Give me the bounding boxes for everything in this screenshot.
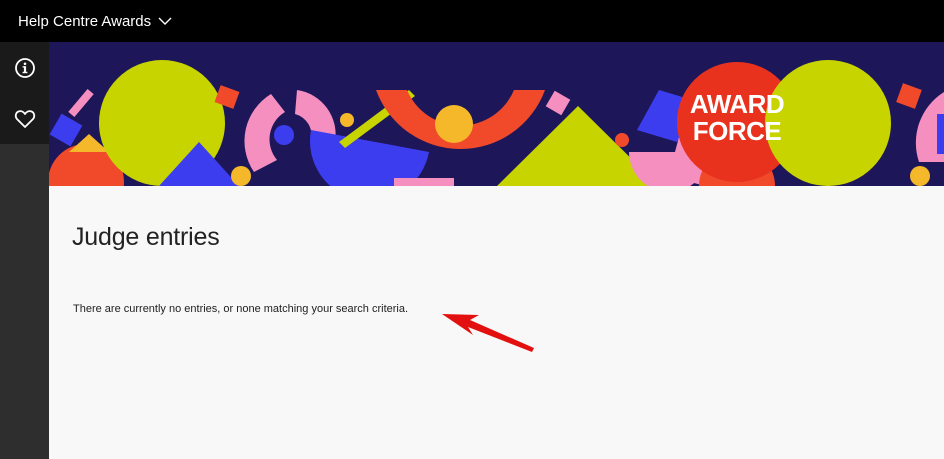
logo-line-2: FORCE [692, 116, 782, 146]
empty-state-message: There are currently no entries, or none … [73, 303, 409, 315]
top-bar: Help Centre Awards [0, 0, 944, 42]
program-selector[interactable]: Help Centre Awards [18, 13, 172, 30]
chevron-down-icon [158, 17, 172, 25]
banner: AWARD FORCE [49, 42, 944, 186]
page-title: Judge entries [72, 223, 220, 251]
sidebar-item-favourites[interactable] [0, 93, 49, 144]
award-force-logo: AWARD FORCE [677, 91, 797, 145]
sidebar [0, 42, 49, 459]
sidebar-item-info[interactable] [0, 42, 49, 93]
annotation-arrow-icon [442, 314, 534, 352]
logo-line-1: AWARD [689, 89, 785, 119]
info-icon [14, 57, 35, 78]
heart-icon [14, 109, 35, 128]
banner-artwork [49, 42, 944, 186]
program-title: Help Centre Awards [18, 12, 152, 30]
